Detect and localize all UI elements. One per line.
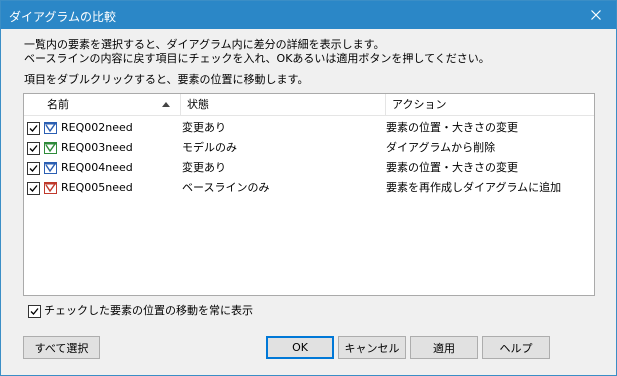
row-status: モデルのみ — [182, 141, 237, 154]
sort-ascending-icon — [162, 102, 170, 107]
row-name: REQ004need — [61, 161, 133, 174]
instruction-line-3: 項目をダブルクリックすると、要素の位置に移動します。 — [24, 73, 309, 86]
checkmark-icon — [29, 185, 38, 192]
select-all-button[interactable]: すべて選択 — [23, 336, 100, 359]
row-checkbox[interactable] — [27, 162, 40, 175]
column-header-name-label: 名前 — [47, 98, 69, 111]
compare-diagram-dialog: ダイアグラムの比較 一覧内の要素を選択すると、ダイアグラム内に差分の詳細を表示し… — [0, 0, 617, 376]
column-header-status[interactable]: 状態 — [180, 94, 385, 116]
title-bar[interactable]: ダイアグラムの比較 — [1, 1, 616, 29]
checkmark-icon — [30, 308, 39, 315]
row-name: REQ003need — [61, 141, 133, 154]
table-row[interactable]: REQ002need 変更あり 要素の位置・大きさの変更 — [24, 118, 594, 138]
element-icon-blue — [44, 122, 57, 134]
checkmark-icon — [29, 145, 38, 152]
close-button[interactable] — [576, 1, 616, 29]
row-action: 要素の位置・大きさの変更 — [386, 161, 518, 174]
always-show-label[interactable]: チェックした要素の位置の移動を常に表示 — [44, 304, 253, 318]
ok-button[interactable]: OK — [266, 336, 334, 359]
cancel-button[interactable]: キャンセル — [338, 336, 406, 359]
row-action: 要素の位置・大きさの変更 — [386, 121, 518, 134]
list-header: 名前 状態 アクション — [24, 94, 594, 116]
row-name: REQ005need — [61, 181, 133, 194]
checkmark-icon — [29, 165, 38, 172]
row-checkbox[interactable] — [27, 122, 40, 135]
instruction-line-1: 一覧内の要素を選択すると、ダイアグラム内に差分の詳細を表示します。 — [24, 38, 385, 51]
row-checkbox[interactable] — [27, 142, 40, 155]
row-status: 変更あり — [182, 121, 226, 134]
row-status: 変更あり — [182, 161, 226, 174]
window-title: ダイアグラムの比較 — [9, 10, 117, 24]
table-row[interactable]: REQ004need 変更あり 要素の位置・大きさの変更 — [24, 158, 594, 178]
always-show-checkbox[interactable] — [28, 305, 41, 318]
row-action: ダイアグラムから削除 — [386, 141, 496, 154]
column-header-name[interactable]: 名前 — [41, 94, 180, 116]
instruction-line-2: ベースラインの内容に戻す項目にチェックを入れ、OKあるいは適用ボタンを押してくだ… — [24, 52, 490, 65]
row-name: REQ002need — [61, 121, 133, 134]
column-header-action-label: アクション — [392, 98, 447, 111]
row-checkbox[interactable] — [27, 182, 40, 195]
row-status: ベースラインのみ — [182, 181, 270, 194]
checkmark-icon — [29, 125, 38, 132]
row-action: 要素を再作成しダイアグラムに追加 — [386, 181, 562, 194]
table-row[interactable]: REQ003need モデルのみ ダイアグラムから削除 — [24, 138, 594, 158]
column-header-action[interactable]: アクション — [385, 94, 594, 116]
help-button[interactable]: ヘルプ — [482, 336, 550, 359]
column-header-status-label: 状態 — [187, 98, 209, 111]
close-icon — [591, 10, 601, 20]
apply-button[interactable]: 適用 — [410, 336, 478, 359]
element-icon-blue — [44, 162, 57, 174]
element-icon-red — [44, 182, 57, 194]
element-diff-list[interactable]: 名前 状態 アクション REQ002need 変更あり 要素の位置・大きさの変更… — [23, 93, 595, 296]
element-icon-green — [44, 142, 57, 154]
table-row[interactable]: REQ005need ベースラインのみ 要素を再作成しダイアグラムに追加 — [24, 178, 594, 198]
